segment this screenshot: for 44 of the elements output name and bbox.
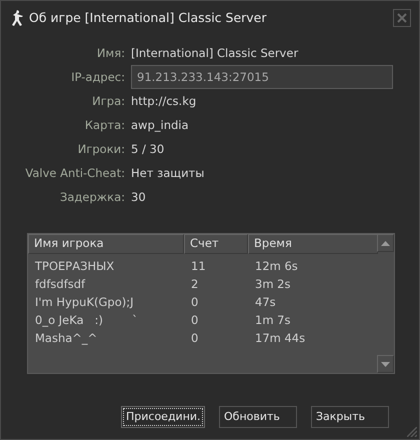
- dialog-button[interactable]: Присоедини.: [121, 406, 205, 428]
- dialog-button[interactable]: Обновить: [219, 406, 297, 428]
- down-arrow-icon: [381, 362, 390, 366]
- table-cell-text: 17m 44s: [254, 330, 306, 347]
- table-cell-text: 0: [190, 294, 200, 311]
- close-icon: [397, 13, 407, 23]
- table-cell-text: 12m 6s: [254, 258, 299, 275]
- up-arrow-icon: [381, 240, 390, 246]
- table-cell-text: 0: [190, 312, 200, 329]
- table-cell-text: 0_o JeKa :) `: [34, 312, 139, 329]
- table-cell-text: fdfsdfsdf: [34, 276, 86, 293]
- table-cell-text: ТРОЕРАЗНЫХ: [34, 258, 116, 275]
- table-cell-text: 3m 2s: [254, 276, 292, 293]
- column-header[interactable]: Счет: [184, 234, 248, 254]
- field-value: awp_india: [131, 118, 189, 132]
- soldier-icon: [11, 10, 23, 26]
- field-label: IP-адрес:: [71, 70, 125, 84]
- table-cell-text: 47s: [254, 294, 277, 311]
- field-label: Карта:: [84, 118, 125, 132]
- field-label: Игра:: [92, 94, 125, 108]
- close-button[interactable]: [393, 9, 411, 27]
- scroll-down-button[interactable]: [377, 355, 394, 373]
- dialog-button[interactable]: Закрыть: [311, 406, 389, 428]
- table-cell-text: 1m 7s: [254, 312, 292, 329]
- field-value: http://cs.kg: [131, 94, 196, 108]
- field-value: Нет защиты: [131, 166, 204, 180]
- table-cell-text: I'm HypuK(Gpo);J: [34, 294, 134, 311]
- scroll-up-button[interactable]: [377, 234, 394, 252]
- table-cell-text: 11: [190, 258, 207, 275]
- field-label: Имя:: [96, 46, 125, 60]
- field-value: 30: [131, 190, 146, 204]
- address-field[interactable]: 91.213.233.143:27015: [131, 65, 393, 89]
- table-cell-text: 0: [190, 330, 200, 347]
- table-cell-text: Masha^_^: [34, 330, 98, 347]
- field-value: [International] Classic Server: [131, 46, 298, 60]
- field-label: Valve Anti-Cheat:: [25, 166, 125, 180]
- field-label: Игроки:: [78, 142, 125, 156]
- column-header[interactable]: Имя игрока: [28, 234, 184, 254]
- table-cell-text: 2: [190, 276, 200, 293]
- window-title: Об игре [International] Classic Server: [29, 8, 268, 27]
- column-header[interactable]: Время: [248, 234, 378, 254]
- field-label: Задержка:: [60, 190, 125, 204]
- resize-grip-icon[interactable]: [407, 427, 417, 437]
- field-value: 5 / 30: [131, 142, 164, 156]
